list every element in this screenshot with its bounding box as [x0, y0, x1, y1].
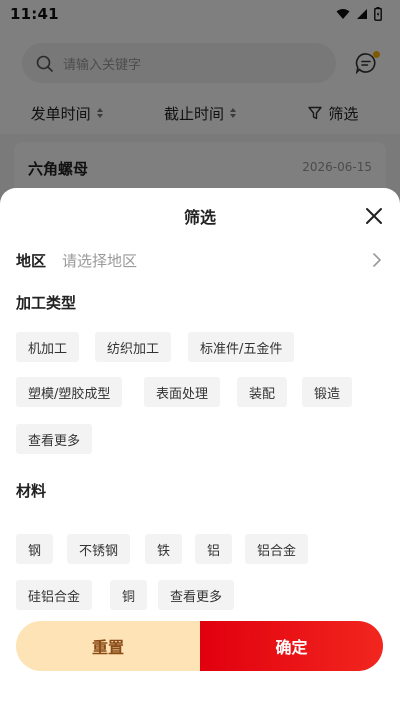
action-buttons: 重置 确定 [16, 621, 383, 671]
chevron-right-icon [370, 253, 384, 267]
tag-textile-processing[interactable]: 纺织加工 [95, 332, 172, 362]
close-button[interactable] [360, 202, 388, 230]
tag-assembly[interactable]: 装配 [237, 377, 288, 407]
tag-surface-treatment[interactable]: 表面处理 [144, 377, 221, 407]
tag-plastic-molding[interactable]: 塑模/塑胶成型 [16, 377, 123, 407]
tag-aluminum[interactable]: 铝 [195, 534, 233, 564]
material-title: 材料 [16, 482, 47, 500]
sheet-title: 筛选 [183, 208, 216, 227]
tag-iron[interactable]: 铁 [145, 534, 183, 564]
filter-sheet: 筛选 地区 请选择地区 加工类型 机加工 纺织加工 标准件/五金件 塑模/塑胶成… [0, 188, 400, 711]
confirm-button[interactable]: 确定 [200, 621, 383, 671]
tag-machining[interactable]: 机加工 [16, 332, 80, 362]
processing-type-title: 加工类型 [16, 294, 77, 312]
tag-forging[interactable]: 锻造 [302, 377, 353, 407]
reset-button[interactable]: 重置 [16, 621, 200, 671]
tag-stainless-steel[interactable]: 不锈钢 [67, 534, 131, 564]
region-placeholder: 请选择地区 [62, 251, 138, 270]
tag-copper[interactable]: 铜 [110, 580, 148, 610]
close-icon [366, 208, 382, 224]
region-selector[interactable]: 地区 请选择地区 [0, 244, 400, 276]
tag-view-more-processing[interactable]: 查看更多 [16, 424, 93, 454]
sheet-header: 筛选 [0, 188, 400, 244]
tag-steel[interactable]: 钢 [16, 534, 54, 564]
tag-view-more-material[interactable]: 查看更多 [158, 580, 235, 610]
tag-aluminum-alloy[interactable]: 铝合金 [245, 534, 309, 564]
tag-standard-parts[interactable]: 标准件/五金件 [188, 332, 295, 362]
tag-silicon-aluminum-alloy[interactable]: 硅铝合金 [16, 580, 93, 610]
region-label: 地区 [16, 251, 47, 270]
